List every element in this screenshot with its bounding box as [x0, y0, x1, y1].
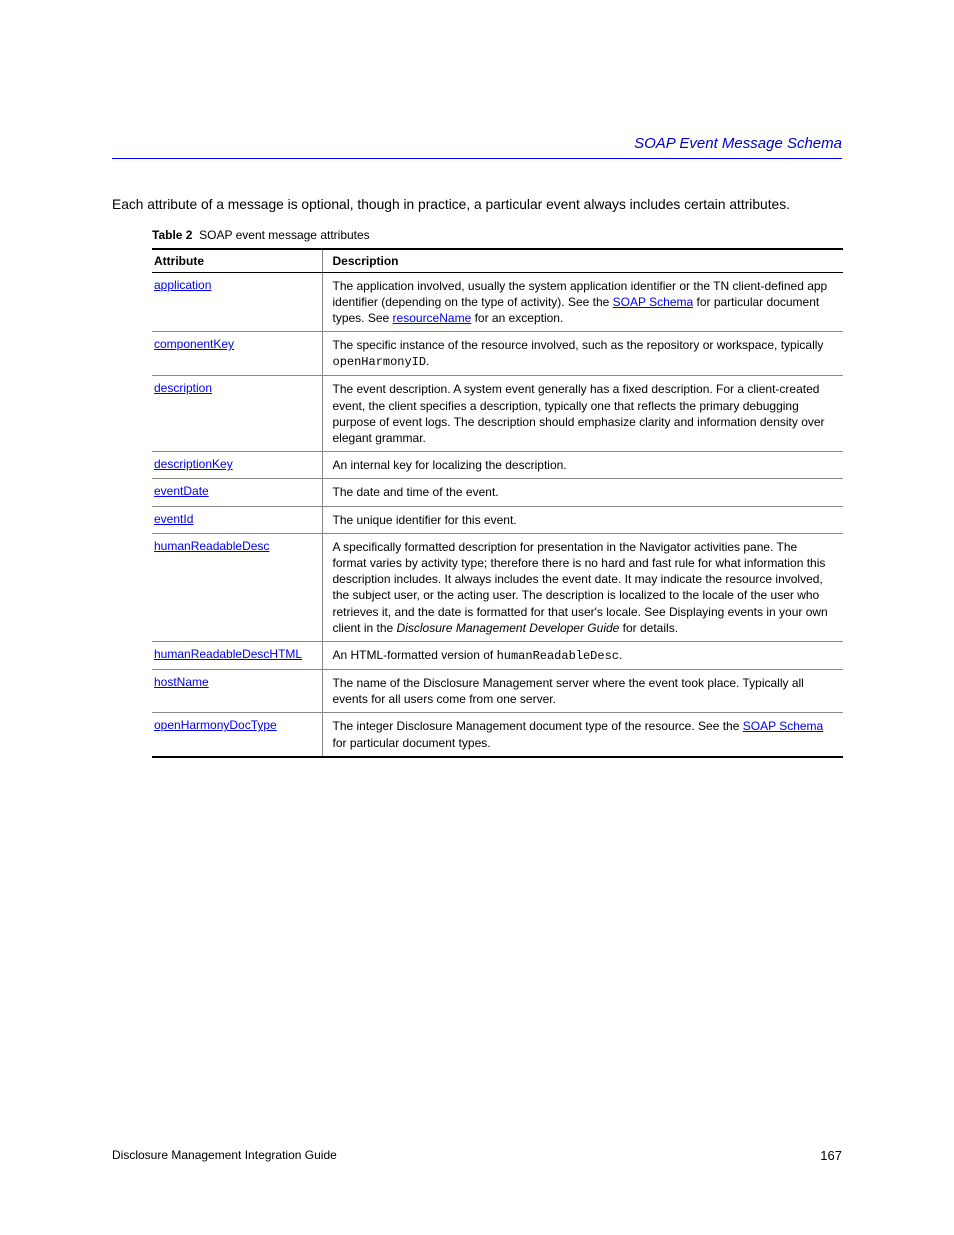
attribute-cell: eventDate — [152, 479, 322, 506]
description-cell: An internal key for localizing the descr… — [322, 452, 843, 479]
table-row: humanReadableDesc A specifically formatte… — [152, 533, 843, 641]
intro-paragraph: Each attribute of a message is optional,… — [112, 196, 842, 214]
table-header-attribute: Attribute — [152, 249, 322, 273]
table-row: componentKey The specific instance of the… — [152, 332, 843, 376]
attribute-cell: componentKey — [152, 332, 322, 376]
table-row: hostName The name of the Disclosure Manag… — [152, 670, 843, 713]
table-row: openHarmonyDocType The integer Disclosure… — [152, 713, 843, 757]
description-cell: The integer Disclosure Management docume… — [322, 713, 843, 757]
table-row: eventId The unique identifier for this ev… — [152, 506, 843, 533]
attribute-cell: eventId — [152, 506, 322, 533]
table-caption-text: SOAP event message attributes — [199, 228, 370, 242]
attributes-table: Attribute Description application The app… — [152, 248, 843, 758]
italic-text: Disclosure Management Developer Guide — [397, 621, 620, 635]
attribute-cell: description — [152, 376, 322, 452]
table-row: descriptionKey An internal key for locali… — [152, 452, 843, 479]
attribute-link[interactable]: eventDate — [154, 484, 209, 498]
attribute-cell: openHarmonyDocType — [152, 713, 322, 757]
attribute-link[interactable]: description — [154, 381, 212, 395]
code-text: humanReadableDesc — [497, 649, 619, 663]
table-header-description: Description — [322, 249, 843, 273]
attribute-link[interactable]: humanReadableDesc — [154, 539, 269, 553]
attribute-link[interactable]: application — [154, 278, 211, 292]
table-row: humanReadableDescHTML An HTML-formatted v… — [152, 641, 843, 669]
table-number: Table 2 — [152, 228, 192, 242]
cross-reference-link[interactable]: SOAP Schema — [743, 719, 823, 733]
table-row: description The event description. A syst… — [152, 376, 843, 452]
description-cell: The name of the Disclosure Management se… — [322, 670, 843, 713]
description-cell: The date and time of the event. — [322, 479, 843, 506]
cross-reference-link[interactable]: resourceName — [393, 311, 472, 325]
header-rule — [112, 158, 842, 159]
attribute-link[interactable]: componentKey — [154, 337, 234, 351]
cross-reference-link[interactable]: SOAP Schema — [613, 295, 693, 309]
table-row: eventDate The date and time of the event. — [152, 479, 843, 506]
attribute-cell: application — [152, 272, 322, 332]
attribute-link[interactable]: hostName — [154, 675, 209, 689]
description-cell: The application involved, usually the sy… — [322, 272, 843, 332]
attribute-cell: humanReadableDescHTML — [152, 641, 322, 669]
running-header: SOAP Event Message Schema — [634, 135, 842, 152]
attribute-cell: descriptionKey — [152, 452, 322, 479]
attribute-link[interactable]: descriptionKey — [154, 457, 233, 471]
code-text: openHarmonyID — [333, 355, 427, 369]
attribute-link[interactable]: openHarmonyDocType — [154, 718, 277, 732]
description-cell: The event description. A system event ge… — [322, 376, 843, 452]
attribute-cell: humanReadableDesc — [152, 533, 322, 641]
description-cell: The specific instance of the resource in… — [322, 332, 843, 376]
footer-page-number: 167 — [820, 1148, 842, 1163]
description-cell: An HTML-formatted version of humanReadab… — [322, 641, 843, 669]
attribute-cell: hostName — [152, 670, 322, 713]
attribute-link[interactable]: humanReadableDescHTML — [154, 647, 302, 661]
description-cell: The unique identifier for this event. — [322, 506, 843, 533]
table-row: application The application involved, usu… — [152, 272, 843, 332]
footer-doc-title: Disclosure Management Integration Guide — [112, 1148, 337, 1163]
attribute-link[interactable]: eventId — [154, 512, 193, 526]
description-cell: A specifically formatted description for… — [322, 533, 843, 641]
table-caption: Table 2 SOAP event message attributes — [152, 228, 842, 242]
